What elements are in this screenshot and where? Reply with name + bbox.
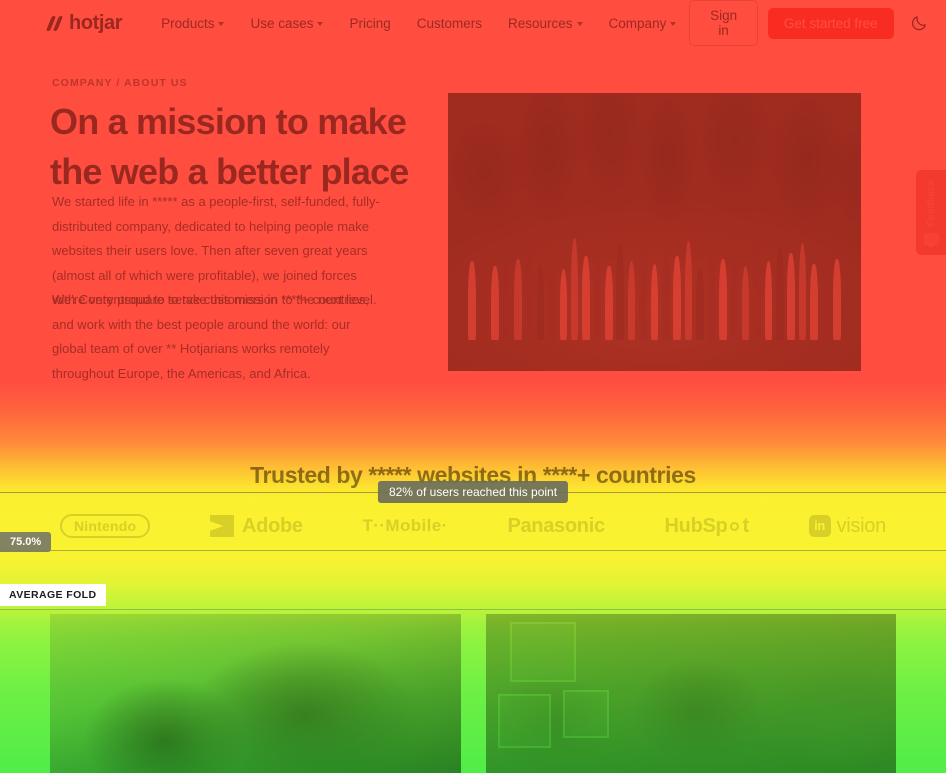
hotjar-logo[interactable]: hotjar	[48, 11, 123, 35]
page-title-line-1: On a mission to make	[50, 101, 407, 142]
sign-in-button[interactable]: Sign in	[689, 0, 758, 46]
breadcrumb: COMPANY / ABOUT US	[52, 77, 188, 89]
hubspot-wordmark-b: t	[742, 514, 749, 537]
moon-icon[interactable]	[910, 12, 928, 34]
hubspot-logo: HubSp t	[664, 514, 750, 538]
nav-label: Company	[608, 15, 667, 31]
adobe-mark-icon	[210, 515, 235, 537]
hotjar-mark-icon	[48, 15, 64, 32]
site-navbar: hotjar Products Use cases Pricing Custom…	[0, 0, 946, 46]
chevron-down-icon	[218, 22, 225, 26]
scroll-heatmap-canvas: hotjar Products Use cases Pricing Custom…	[0, 0, 946, 773]
chevron-down-icon	[670, 22, 677, 26]
feedback-widget-tab[interactable]: Feedback	[916, 170, 946, 255]
tmobile-logo: T··Mobile·	[362, 516, 448, 535]
page-title-line-2: the web a better place	[50, 151, 409, 192]
adobe-logo: Adobe	[210, 515, 303, 538]
chevron-down-icon	[576, 22, 583, 26]
nav-item-use-cases[interactable]: Use cases	[237, 10, 336, 37]
customer-logo-row: Nintendo Adobe T··Mobile· Panasonic HubS…	[60, 506, 886, 546]
nav-item-company[interactable]: Company	[596, 10, 690, 37]
scroll-depth-line-75	[0, 550, 946, 551]
invision-wordmark: vision	[836, 514, 887, 537]
nav-label: Use cases	[250, 15, 314, 31]
nav-item-products[interactable]: Products	[148, 10, 237, 37]
invision-logo: in vision	[808, 514, 887, 538]
chevron-down-icon	[317, 22, 324, 26]
hubspot-wordmark-a: HubSp	[664, 514, 728, 537]
hero-paragraph-2: We're very proud to serve customers in *…	[52, 292, 369, 381]
team-photo-cards	[0, 614, 946, 773]
wall-frame	[563, 690, 609, 738]
feedback-label: Feedback	[925, 179, 937, 227]
nav-item-resources[interactable]: Resources	[495, 10, 596, 37]
average-fold-label: AVERAGE FOLD	[0, 584, 107, 606]
page-title: On a mission to make the web a better pl…	[50, 97, 450, 197]
wall-frame	[497, 693, 552, 748]
invision-mark-icon: in	[808, 515, 831, 537]
panasonic-logo: Panasonic	[507, 514, 605, 537]
nav-label: Resources	[508, 15, 573, 31]
team-photo-card-1	[50, 614, 461, 773]
crowd-of-people	[465, 213, 845, 341]
nav-actions: Sign in Get started free	[689, 0, 928, 46]
nav-label: Customers	[416, 15, 483, 31]
nav-label: Products	[161, 15, 215, 31]
hotjar-wordmark: hotjar	[69, 11, 123, 34]
primary-nav: Products Use cases Pricing Customers Res…	[148, 10, 689, 37]
comment-icon	[923, 233, 939, 249]
average-fold-line	[0, 609, 946, 610]
adobe-wordmark: Adobe	[242, 514, 303, 537]
scroll-percent-badge: 75.0%	[0, 532, 52, 552]
get-started-free-button[interactable]: Get started free	[767, 7, 894, 39]
nav-label: Pricing	[349, 15, 391, 31]
wall-frame	[510, 621, 576, 683]
hero-team-photo	[448, 93, 861, 371]
scroll-depth-tooltip: 82% of users reached this point	[377, 481, 569, 503]
hubspot-dot-icon	[730, 521, 740, 531]
team-photo-card-2	[485, 614, 896, 773]
nav-item-pricing[interactable]: Pricing	[336, 10, 403, 37]
nav-item-customers[interactable]: Customers	[404, 10, 495, 37]
hero-section: COMPANY / ABOUT US On a mission to make …	[0, 46, 946, 426]
nintendo-logo: Nintendo	[60, 514, 151, 538]
underlying-webpage: hotjar Products Use cases Pricing Custom…	[0, 0, 946, 773]
